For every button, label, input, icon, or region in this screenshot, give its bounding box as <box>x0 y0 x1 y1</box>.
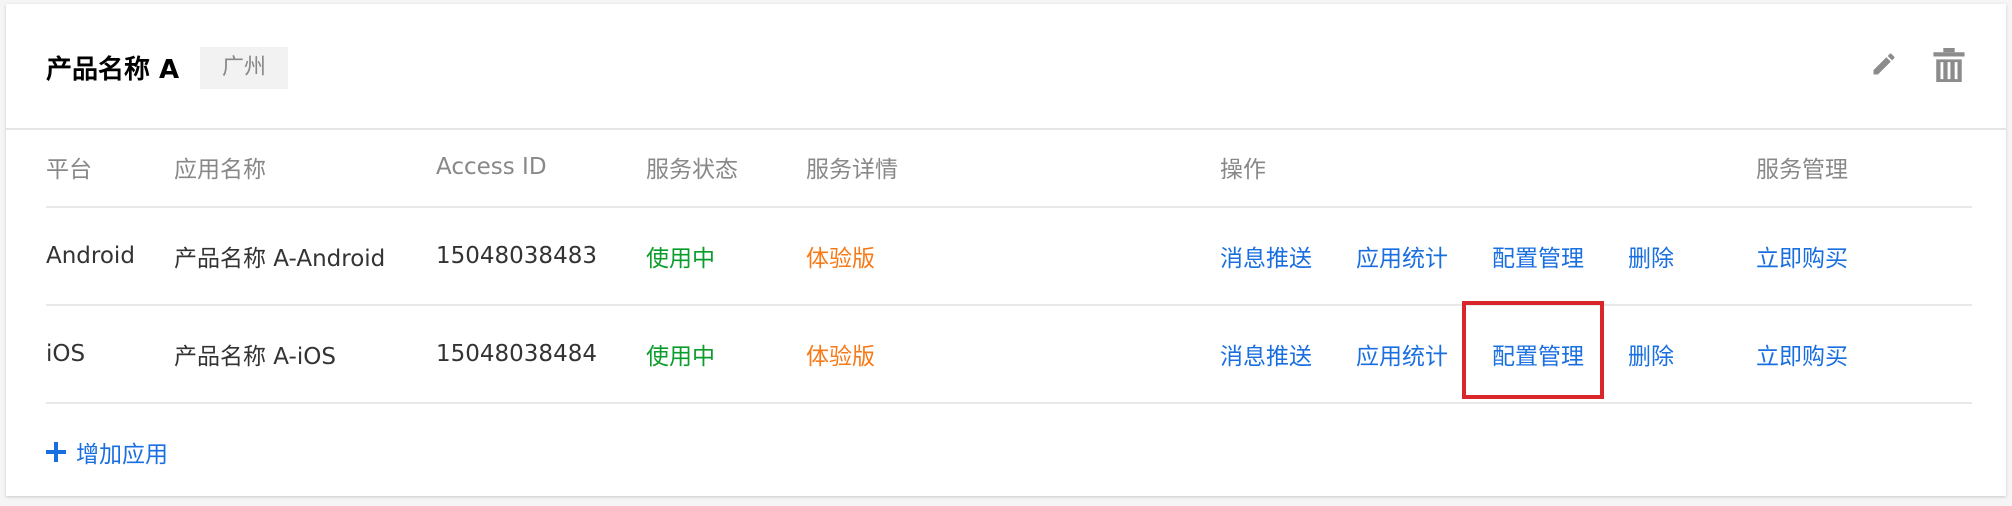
status-cell: 使用中 <box>646 344 715 370</box>
detail-cell: 体验版 <box>806 344 875 370</box>
app-name-cell: 产品名称 A-iOS <box>174 344 336 370</box>
table-row: iOS 产品名称 A-iOS 15048038484 使用中 体验版 消息推送 … <box>46 306 1972 404</box>
trash-icon[interactable] <box>1932 46 1966 84</box>
product-title: 产品名称 A <box>46 55 180 85</box>
column-header-service-manage: 服务管理 <box>1756 157 1848 183</box>
app-stats-link[interactable]: 应用统计 <box>1356 208 1448 304</box>
platform-cell: iOS <box>46 341 86 367</box>
access-id-cell: 15048038484 <box>436 341 597 367</box>
column-header-app-name: 应用名称 <box>174 157 266 183</box>
buy-now-link[interactable]: 立即购买 <box>1756 306 1848 402</box>
access-id-cell: 15048038483 <box>436 243 597 269</box>
column-header-platform: 平台 <box>46 157 92 183</box>
push-message-link[interactable]: 消息推送 <box>1220 208 1312 304</box>
add-app-button[interactable]: 增加应用 <box>46 432 168 472</box>
table-header-row: 平台 应用名称 Access ID 服务状态 服务详情 操作 服务管理 <box>46 128 1972 208</box>
product-card: 产品名称 A 广州 平台 应用名称 Access ID 服务状态 服务详情 操作… <box>6 4 2006 496</box>
app-name-cell: 产品名称 A-Android <box>174 246 386 272</box>
column-header-status: 服务状态 <box>646 157 738 183</box>
status-cell: 使用中 <box>646 246 715 272</box>
highlight-box <box>1462 301 1604 399</box>
delete-link[interactable]: 删除 <box>1628 306 1674 402</box>
push-message-link[interactable]: 消息推送 <box>1220 306 1312 402</box>
column-header-access-id: Access ID <box>436 154 547 180</box>
platform-cell: Android <box>46 243 135 269</box>
plus-icon <box>46 442 66 462</box>
delete-link[interactable]: 删除 <box>1628 208 1674 304</box>
config-manage-link[interactable]: 配置管理 <box>1492 208 1584 304</box>
detail-cell: 体验版 <box>806 246 875 272</box>
app-stats-link[interactable]: 应用统计 <box>1356 306 1448 402</box>
region-tag: 广州 <box>200 47 288 89</box>
card-header: 产品名称 A 广州 <box>6 4 2006 130</box>
buy-now-link[interactable]: 立即购买 <box>1756 208 1848 304</box>
edit-icon[interactable] <box>1870 50 1898 78</box>
column-header-operations: 操作 <box>1220 157 1266 183</box>
add-app-label: 增加应用 <box>76 442 168 468</box>
table-row: Android 产品名称 A-Android 15048038483 使用中 体… <box>46 208 1972 306</box>
column-header-detail: 服务详情 <box>806 157 898 183</box>
